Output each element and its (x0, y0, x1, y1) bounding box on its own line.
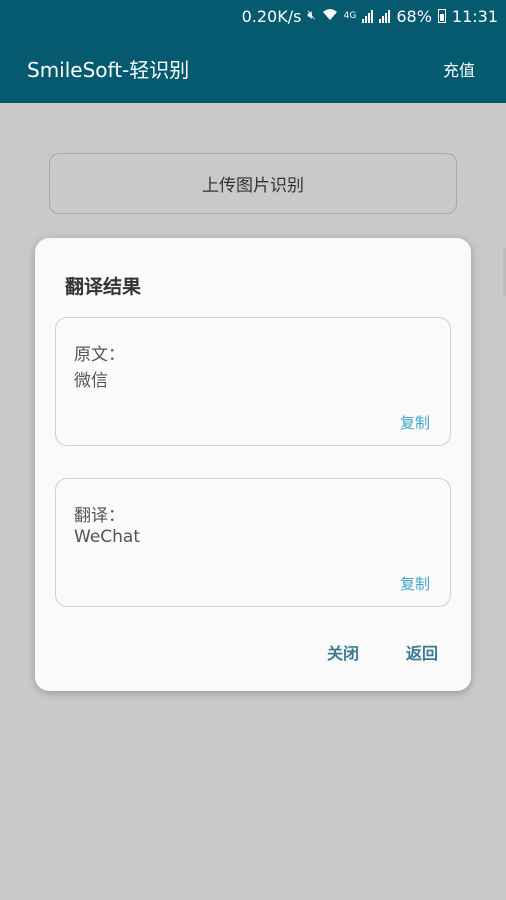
battery-percent: 68% (396, 6, 432, 26)
signal-icon-2 (379, 9, 391, 23)
app-title: SmileSoft-轻识别 (27, 58, 190, 82)
back-button[interactable]: 返回 (406, 640, 438, 664)
copy-original-button[interactable]: 复制 (400, 412, 430, 433)
signal-icon (362, 9, 374, 23)
original-text-box: 原文： 微信 复制 (55, 317, 451, 446)
original-label: 原文： (74, 345, 125, 365)
clock: 11:31 (451, 6, 498, 26)
app-bar: SmileSoft-轻识别 充值 (0, 32, 506, 103)
dialog-title: 翻译结果 (65, 276, 142, 298)
translation-dialog: 翻译结果 原文： 微信 复制 翻译： WeChat 复制 关闭 返回 (35, 238, 471, 691)
mute-icon: 🔇︎ (307, 8, 316, 23)
upload-image-button[interactable]: 上传图片识别 (49, 153, 457, 214)
original-text: 微信 (74, 371, 108, 391)
recharge-button[interactable]: 充值 (443, 57, 475, 81)
translation-label: 翻译： (74, 506, 125, 526)
translation-text: WeChat (74, 527, 140, 547)
network-type: 4G (343, 11, 357, 21)
status-bar: 0.20K/s 🔇︎ 4G 68% 11:31 (0, 0, 506, 32)
battery-icon (437, 9, 446, 23)
translation-text-box: 翻译： WeChat 复制 (55, 478, 451, 607)
wifi-icon (322, 7, 338, 26)
close-button[interactable]: 关闭 (327, 640, 359, 664)
network-speed: 0.20K/s (241, 6, 302, 26)
copy-translation-button[interactable]: 复制 (400, 573, 430, 594)
